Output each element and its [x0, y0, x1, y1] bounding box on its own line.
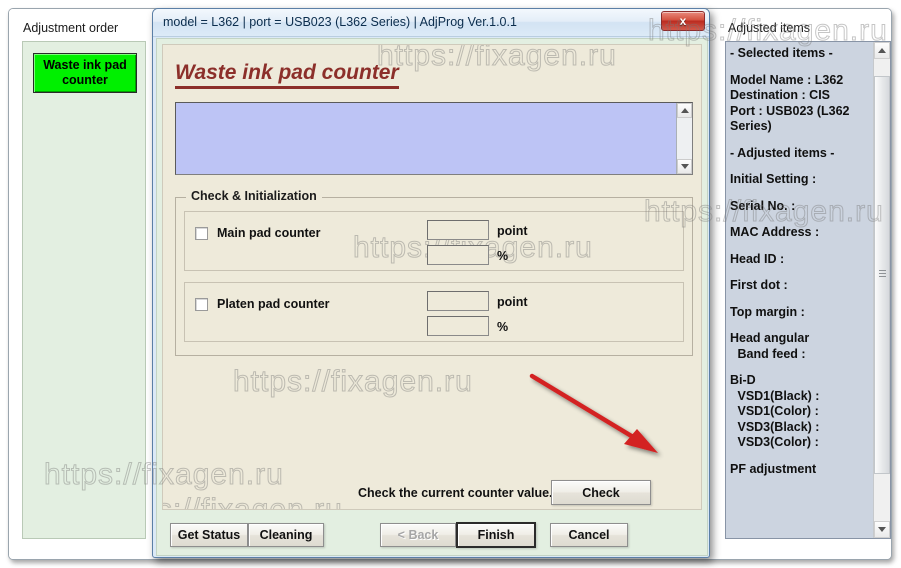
close-icon[interactable]: x: [661, 11, 705, 31]
watermark: https://fixagen.ru: [162, 493, 343, 510]
dialog-title-text: model = L362 | port = USB023 (L362 Serie…: [163, 15, 517, 29]
finish-button[interactable]: Finish: [456, 522, 536, 548]
platen-pad-counter-label: Platen pad counter: [217, 297, 330, 311]
check-initialization-group: Check & Initialization Main pad counter …: [175, 189, 693, 356]
platen-pad-percent-field[interactable]: [427, 316, 489, 336]
dialog-body: Waste ink pad counter https://fixagen.ru…: [156, 38, 708, 556]
platen-pad-counter-checkbox[interactable]: [195, 297, 208, 311]
list-item: Top margin :: [730, 304, 805, 319]
initialize-button[interactable]: Initialize: [551, 509, 651, 510]
adjusted-items-panel: - Selected items - Model Name : L362 Desti…: [725, 41, 891, 539]
main-pad-point-unit: point: [497, 224, 528, 238]
main-pad-counter-row[interactable]: Main pad counter: [195, 226, 320, 240]
list-item: Bi-D: [730, 373, 756, 387]
message-scroll-up-icon[interactable]: [677, 103, 692, 118]
list-item: Serial No. :: [730, 198, 796, 213]
list-item: Initial Setting :: [730, 172, 817, 186]
chevron-down-icon: [680, 164, 689, 169]
check-button[interactable]: Check: [551, 480, 651, 505]
list-item: First dot :: [730, 278, 788, 292]
get-status-button[interactable]: Get Status: [170, 523, 248, 547]
list-item: Head ID :: [730, 251, 785, 266]
list-item: - Adjusted items -: [730, 145, 835, 160]
platen-pad-counter-panel: Platen pad counter point %: [184, 282, 684, 342]
dialog-titlebar[interactable]: model = L362 | port = USB023 (L362 Serie…: [153, 9, 709, 37]
list-item: Destination : CIS: [730, 88, 831, 102]
main-pad-point-field[interactable]: [427, 220, 489, 240]
page-title: Waste ink pad counter: [175, 61, 399, 89]
message-scroll-down-icon[interactable]: [677, 159, 692, 174]
main-pad-percent-unit: %: [497, 249, 509, 263]
adjusted-items-scrollbar[interactable]: [873, 42, 890, 538]
list-item: Series): [730, 119, 772, 133]
list-item: Head angular: [730, 331, 810, 345]
cancel-button[interactable]: Cancel: [550, 523, 628, 547]
adjustment-order-title: Adjustment order: [23, 21, 119, 35]
list-item: MAC Address :: [730, 225, 820, 239]
scrollbar-thumb[interactable]: [874, 76, 890, 474]
main-pad-counter-panel: Main pad counter point %: [184, 211, 684, 271]
scroll-down-icon[interactable]: [874, 521, 890, 538]
check-description-label: Check the current counter value. -->: [358, 486, 572, 500]
scrollbar-grip-icon: [879, 270, 886, 279]
main-pad-counter-label: Main pad counter: [217, 226, 321, 240]
chevron-up-icon: [680, 108, 689, 113]
message-scrollbar[interactable]: [676, 103, 692, 174]
list-item: - Selected items -: [730, 46, 833, 60]
back-button: < Back: [380, 523, 456, 547]
platen-pad-point-input[interactable]: [428, 292, 488, 310]
list-item: VSD3(Black) :: [734, 419, 820, 434]
adjusted-items-title: Adjusted items: [728, 21, 810, 35]
chevron-down-icon: [878, 527, 886, 532]
message-output-box[interactable]: [175, 102, 693, 175]
watermark: https://fixagen.ru: [233, 365, 473, 399]
scroll-up-icon[interactable]: [874, 42, 890, 59]
group-legend: Check & Initialization: [186, 189, 322, 203]
list-item: Band feed :: [734, 346, 806, 361]
adjprog-dialog: model = L362 | port = USB023 (L362 Serie…: [152, 8, 710, 558]
cleaning-button[interactable]: Cleaning: [248, 523, 324, 547]
list-item: VSD3(Color) :: [734, 435, 819, 449]
list-item: VSD1(Black) :: [734, 388, 820, 403]
main-pad-percent-input[interactable]: [428, 246, 488, 264]
list-item: PF adjustment: [730, 461, 817, 476]
platen-pad-point-unit: point: [497, 295, 528, 309]
adjustment-order-panel: Waste ink pad counter: [22, 41, 146, 539]
main-pad-percent-field[interactable]: [427, 245, 489, 265]
platen-pad-percent-unit: %: [497, 320, 509, 334]
platen-pad-point-field[interactable]: [427, 291, 489, 311]
main-pad-point-input[interactable]: [428, 221, 488, 239]
list-item: VSD1(Color) :: [734, 404, 819, 418]
watermark: https://fixagen.ru: [377, 44, 617, 73]
close-x-glyph: x: [679, 14, 687, 28]
form-area: Waste ink pad counter https://fixagen.ru…: [162, 44, 702, 510]
adjusted-items-list[interactable]: - Selected items - Model Name : L362 Desti…: [726, 42, 874, 538]
list-item: Model Name : L362: [730, 72, 844, 87]
list-item: Port : USB023 (L362: [730, 103, 850, 118]
platen-pad-percent-input[interactable]: [428, 317, 488, 335]
platen-pad-counter-row[interactable]: Platen pad counter: [195, 297, 330, 311]
dialog-footer: Get Status Cleaning < Back Finish Cancel: [162, 519, 702, 551]
waste-ink-pad-counter-button[interactable]: Waste ink pad counter: [33, 53, 137, 93]
chevron-up-icon: [878, 48, 886, 53]
main-pad-counter-checkbox[interactable]: [195, 226, 208, 240]
